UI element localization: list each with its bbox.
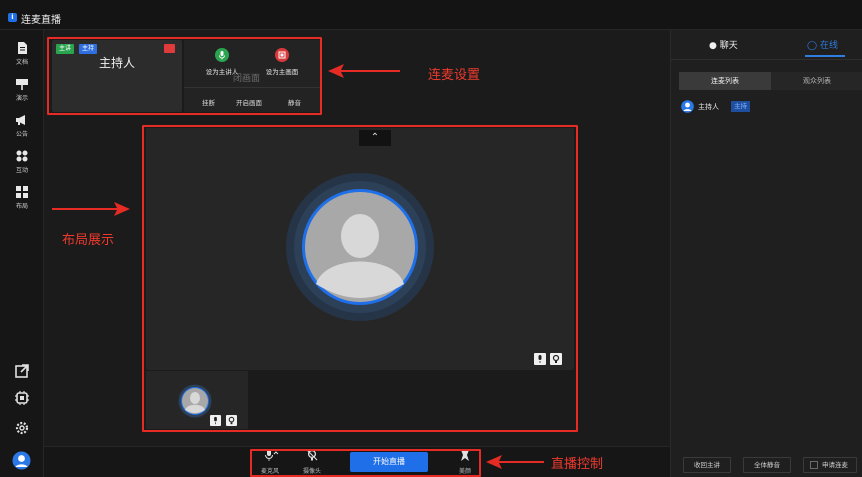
person-outline-icon: ◯: [807, 41, 820, 51]
tab-chat[interactable]: ● 聊天: [709, 38, 738, 51]
gear-icon[interactable]: [14, 420, 30, 436]
member-row[interactable]: 主持人 主持: [681, 100, 851, 114]
active-tab-indicator: [805, 55, 845, 57]
interaction-icon: [16, 150, 28, 162]
tab-online[interactable]: ◯ 在线: [807, 38, 838, 51]
apply-checkbox[interactable]: [810, 461, 818, 469]
mic-settings-highlight: [47, 37, 322, 115]
subtab-audience-list[interactable]: 观众列表: [771, 72, 862, 90]
sidebar-item-layout[interactable]: 布局: [0, 184, 44, 214]
megaphone-icon: [16, 115, 25, 125]
layout-display-annotation: 布局展示: [62, 233, 115, 248]
arrow-left-icon: [328, 64, 400, 78]
right-panel: ● 聊天 ◯ 在线 连麦列表 观众列表 主持人 主持 收回主讲 全体静音 申请连…: [670, 30, 862, 477]
chip-icon[interactable]: [14, 390, 30, 406]
member-name: 主持人: [698, 103, 719, 111]
title-bar: i 连麦直播: [0, 0, 862, 30]
arrow-left-icon-2: [486, 455, 544, 469]
chat-bubble-icon: ●: [709, 41, 720, 51]
sidebar-item-announcement[interactable]: 公告: [0, 112, 44, 142]
sidebar-item-interaction[interactable]: 互动: [0, 148, 44, 178]
member-role-badge: 主持: [731, 101, 750, 112]
layout-icon: [16, 186, 28, 198]
mute-all-button[interactable]: 全体静音: [743, 457, 791, 473]
revoke-speaker-button[interactable]: 收回主讲: [683, 457, 731, 473]
arrow-right-icon: [52, 202, 130, 216]
external-link-icon[interactable]: [14, 363, 30, 379]
app-logo-icon: i: [8, 13, 17, 22]
app-title: 连麦直播: [21, 15, 61, 26]
left-sidebar: 文档 演示 公告 互动 布局: [0, 30, 44, 477]
presentation-icon: [16, 79, 28, 90]
apply-mic-button[interactable]: 申请连麦: [803, 457, 857, 473]
user-avatar-icon[interactable]: [12, 451, 31, 470]
live-control-highlight: [250, 449, 481, 477]
tab-divider: [671, 59, 862, 60]
document-icon: [18, 42, 27, 54]
live-control-annotation: 直播控制: [551, 457, 604, 472]
member-avatar-icon: [681, 100, 694, 113]
sidebar-item-presentation[interactable]: 演示: [0, 76, 44, 106]
mic-settings-annotation: 连麦设置: [428, 68, 481, 83]
sidebar-item-document[interactable]: 文档: [0, 40, 44, 70]
subtab-mic-list[interactable]: 连麦列表: [679, 72, 771, 90]
layout-display-highlight: [142, 125, 578, 432]
